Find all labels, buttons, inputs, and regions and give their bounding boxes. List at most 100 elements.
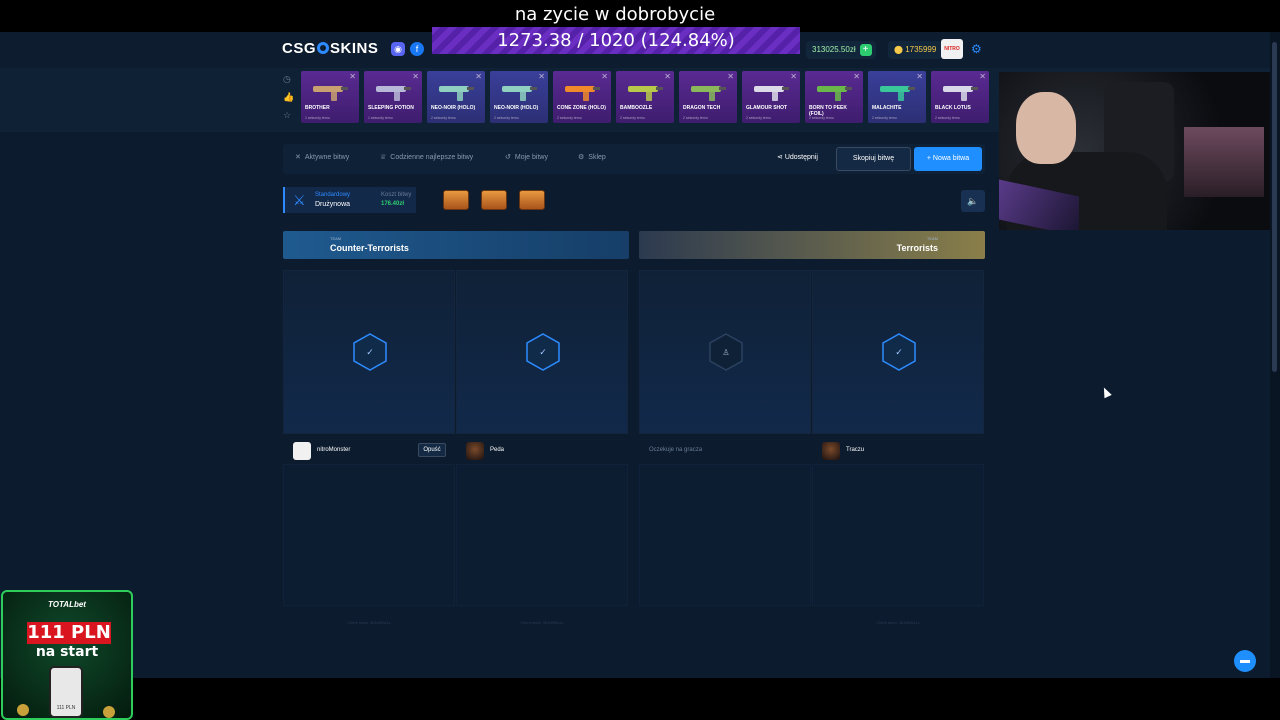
skin-image: [439, 86, 474, 101]
player-name: nitroMonster: [317, 447, 351, 453]
drops-filter-icons: ◷ 👍 ☆: [283, 74, 295, 128]
battles-nav: ✕ Aktywne bitwy ♕ Codzienne najlepsze bitw…: [283, 144, 985, 174]
webcam-overlay: [999, 72, 1270, 230]
live-drop-card[interactable]: ✕ SLEEPING POTION 1 sekundy temu: [364, 71, 422, 123]
site-logo[interactable]: CSG SKINS: [282, 40, 378, 57]
skin-image: [691, 86, 726, 101]
live-drop-card[interactable]: ✕ GLAMOUR SHOT 2 sekundy temu: [742, 71, 800, 123]
case-icon[interactable]: [519, 190, 545, 210]
live-drop-card[interactable]: ✕ MALACHITE 2 sekundy temu: [868, 71, 926, 123]
player-slot: ✓: [456, 270, 628, 434]
swords-icon: ⚔: [293, 192, 306, 208]
close-icon[interactable]: ✕: [790, 72, 797, 81]
seed-footer: Client seed: 4b3d9f2a1c: [876, 620, 920, 625]
coins-display: ⬤ 1735999: [888, 41, 943, 59]
balance-display[interactable]: 313025.50zł +: [806, 41, 876, 59]
close-icon[interactable]: ✕: [727, 72, 734, 81]
cost-value: 176.40zł: [381, 201, 405, 207]
sponsor-ad[interactable]: TOTALbet 111 PLN na start 111 PLN: [1, 590, 133, 720]
discord-icon[interactable]: ◉: [391, 42, 405, 56]
thumbs-up-icon[interactable]: 👍: [283, 92, 295, 110]
case-icon[interactable]: [443, 190, 469, 210]
sound-toggle-icon[interactable]: 🔈: [961, 190, 985, 212]
close-icon[interactable]: ✕: [475, 72, 482, 81]
team-t-name: Terrorists: [896, 243, 938, 253]
team-ct-header: TEAM Counter-Terrorists: [283, 231, 629, 259]
new-battle-button[interactable]: + Nowa bitwa: [914, 147, 982, 171]
battle-mode-info: ⚔ Standardowy Drużynowa Koszt bitwy 176.…: [283, 187, 416, 213]
ad-brand: TOTALbet: [48, 600, 86, 609]
close-icon[interactable]: ✕: [538, 72, 545, 81]
live-drop-card[interactable]: ✕ BLACK LOTUS 2 sekundy temu: [931, 71, 989, 123]
live-drop-card[interactable]: ✕ BORN TO PEEK (FOIL) 2 sekundy temu: [805, 71, 863, 123]
history-icon: ↺: [505, 154, 511, 161]
player-row: nitroMonster Opuść: [283, 440, 455, 462]
close-icon[interactable]: ✕: [664, 72, 671, 81]
drop-time: 2 sekundy temu: [746, 116, 771, 120]
drop-time: 2 sekundy temu: [494, 116, 519, 120]
player-slot: ✓: [812, 270, 984, 434]
drop-name: BAMBOOZLE: [620, 105, 653, 111]
gear-icon[interactable]: ⚙: [971, 42, 982, 56]
close-icon[interactable]: ✕: [412, 72, 419, 81]
skin-image: [565, 86, 600, 101]
drop-time: 1 sekundy temu: [368, 116, 393, 120]
leave-button[interactable]: Opuść: [418, 443, 446, 457]
drop-name: NEO-NOIR (HOLO): [494, 105, 539, 111]
trophy-icon: ♕: [380, 154, 387, 161]
team-ct-name: Counter-Terrorists: [330, 243, 409, 253]
live-drop-card[interactable]: ✕ NEO-NOIR (HOLO) 2 sekundy temu: [490, 71, 548, 123]
team-t-header: TEAM Terrorists: [639, 231, 985, 259]
share-icon: ⋖: [777, 154, 785, 161]
scrollbar[interactable]: [1270, 32, 1280, 678]
loot-area: [812, 464, 984, 606]
user-avatar[interactable]: NITRO: [941, 39, 963, 59]
drop-time: 2 sekundy temu: [809, 116, 834, 120]
drop-time: 1 sekundy temu: [305, 116, 330, 120]
drop-name: BLACK LOTUS: [935, 105, 971, 111]
live-drop-card[interactable]: ✕ NEO-NOIR (HOLO) 2 sekundy temu: [427, 71, 485, 123]
stream-progress-bar: 1273.38 / 1020 (124.84%): [432, 27, 800, 54]
star-icon[interactable]: ☆: [283, 110, 295, 128]
nav-daily-best[interactable]: ♕ Codzienne najlepsze bitwy: [380, 153, 473, 161]
mode-type: Standardowy: [315, 192, 351, 198]
clock-icon[interactable]: ◷: [283, 74, 295, 92]
facebook-icon[interactable]: f: [410, 42, 424, 56]
player-name: Traczu: [846, 447, 865, 453]
player-row: Peda: [456, 440, 628, 462]
avatar: [466, 442, 484, 460]
close-icon[interactable]: ✕: [916, 72, 923, 81]
ready-check-icon: ✓: [353, 333, 387, 371]
live-drop-card[interactable]: ✕ CONE ZONE (HOLO) 2 sekundy temu: [553, 71, 611, 123]
chat-icon[interactable]: ▬: [1234, 650, 1256, 672]
case-icon[interactable]: [481, 190, 507, 210]
skin-image: [817, 86, 852, 101]
live-drop-card[interactable]: ✕ DRAGON TECH 2 sekundy temu: [679, 71, 737, 123]
nav-active-battles[interactable]: ✕ Aktywne bitwy: [295, 153, 349, 161]
close-icon[interactable]: ✕: [853, 72, 860, 81]
nav-shop[interactable]: ⚙ Sklep: [578, 153, 606, 161]
copy-battle-button[interactable]: Skopiuj bitwę: [836, 147, 911, 171]
avatar: [293, 442, 311, 460]
seed-footer: Client seed: 4b3d9f2a1c: [520, 620, 564, 625]
close-icon[interactable]: ✕: [349, 72, 356, 81]
live-drop-card[interactable]: ✕ BAMBOOZLE 2 sekundy temu: [616, 71, 674, 123]
close-icon[interactable]: ✕: [979, 72, 986, 81]
skin-image: [502, 86, 537, 101]
add-funds-icon: +: [859, 44, 872, 56]
drop-time: 2 sekundy temu: [431, 116, 456, 120]
skin-image: [376, 86, 411, 101]
loot-area: [456, 464, 628, 606]
player-slot: ✓: [283, 270, 455, 434]
player-slot: ♙: [639, 270, 811, 434]
shop-icon: ⚙: [578, 154, 585, 161]
drop-time: 2 sekundy temu: [872, 116, 897, 120]
live-drop-card[interactable]: ✕ BROTHER 1 sekundy temu: [301, 71, 359, 123]
nav-my-battles[interactable]: ↺ Moje bitwy: [505, 153, 548, 161]
share-button[interactable]: ⋖ Udostępnij: [777, 153, 818, 161]
drop-name: NEO-NOIR (HOLO): [431, 105, 476, 111]
close-icon[interactable]: ✕: [601, 72, 608, 81]
player-name: Peda: [490, 447, 505, 453]
svg-text:✓: ✓: [366, 348, 374, 358]
svg-text:♙: ♙: [722, 348, 729, 357]
